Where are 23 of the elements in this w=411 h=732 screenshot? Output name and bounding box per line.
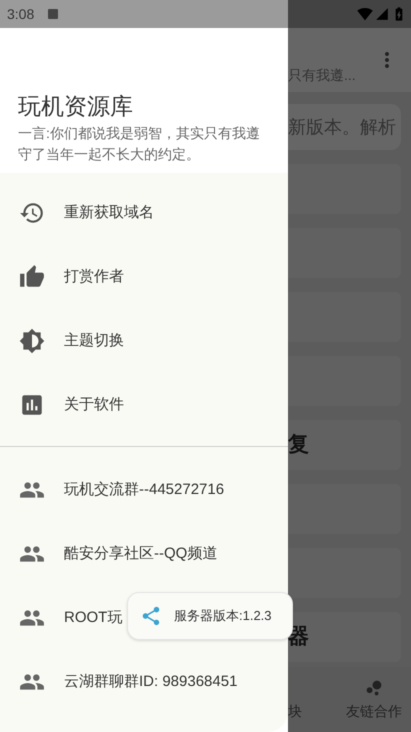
- thumbs-up-icon: [19, 264, 45, 290]
- card[interactable]: [288, 356, 401, 406]
- card[interactable]: [288, 164, 401, 214]
- wifi-icon: [357, 6, 373, 22]
- signal-icon: [375, 7, 389, 21]
- drawer-item[interactable]: 打赏作者: [0, 245, 288, 309]
- quote-text: 一言:你们都说我是弱智，其实只有我遵守了当年一起不长大的约定。: [18, 124, 260, 164]
- group-item[interactable]: 玩机交流群--445272716: [0, 458, 288, 522]
- drawer-item[interactable]: 关于软件: [0, 373, 288, 437]
- toast-text: 服务器版本:1.2.3: [174, 607, 272, 626]
- card[interactable]: [288, 292, 401, 342]
- drawer-title: 玩机资源库: [18, 92, 134, 121]
- share-icon: [140, 605, 162, 627]
- group-item[interactable]: 云湖群聊群ID: 989368451: [0, 650, 288, 714]
- card[interactable]: [288, 484, 401, 534]
- notification-icon: [48, 9, 58, 19]
- card[interactable]: [288, 228, 401, 278]
- drawer-item[interactable]: 主题切换: [0, 309, 288, 373]
- brightness-icon: [19, 328, 45, 354]
- group-item[interactable]: 酷安分享社区--QQ频道: [0, 522, 288, 586]
- status-time: 3:08: [7, 4, 34, 24]
- card[interactable]: [288, 548, 401, 598]
- drawer-item[interactable]: 重新获取域名: [0, 181, 288, 245]
